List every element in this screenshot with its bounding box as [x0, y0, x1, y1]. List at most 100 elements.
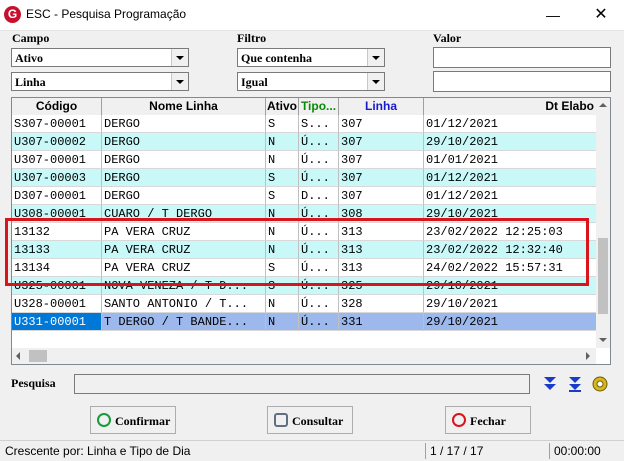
chevron-down-icon[interactable] — [367, 73, 384, 90]
table-row[interactable]: U307-00001 DERGO N Ú... 307 01/01/2021 — [12, 151, 597, 169]
cell-line-name: DERGO — [102, 187, 266, 205]
cell-code: S307-00001 — [12, 115, 102, 133]
chevron-down-icon[interactable] — [171, 73, 188, 90]
filtro-select-2[interactable]: Igual — [237, 72, 385, 91]
cell-elab-date: 01/01/2021 — [424, 151, 597, 169]
cell-line: 331 — [339, 313, 424, 331]
title-bar: G ESC - Pesquisa Programação — ✕ — [0, 0, 624, 31]
cell-line: 328 — [339, 295, 424, 313]
table-row[interactable]: U328-00001 SANTO ANTONIO / T... N Ú... 328 29… — [12, 295, 597, 313]
cell-elab-date: 29/10/2021 — [424, 295, 597, 313]
filtro-label: Filtro — [237, 31, 267, 45]
cell-code: U307-00003 — [12, 169, 102, 187]
filtro-select-2-value: Igual — [241, 75, 268, 89]
cell-active: S — [266, 187, 299, 205]
cell-elab-date: 01/12/2021 — [424, 187, 597, 205]
cell-elab-date: 01/12/2021 — [424, 169, 597, 187]
chevron-down-icon[interactable] — [367, 49, 384, 66]
app-logo-icon: G — [4, 6, 21, 23]
window-title: ESC - Pesquisa Programação — [26, 7, 187, 21]
cancel-icon — [452, 413, 466, 427]
cell-day-type: Ú... — [299, 313, 339, 331]
cell-active: N — [266, 313, 299, 331]
cell-code: U331-00001 — [12, 313, 102, 331]
highlight-annotation — [5, 218, 589, 286]
horizontal-scrollbar[interactable] — [12, 348, 596, 364]
cell-code: U328-00001 — [12, 295, 102, 313]
consult-button[interactable]: Consultar — [267, 406, 353, 434]
search-input[interactable] — [74, 374, 530, 394]
horizontal-scroll-thumb[interactable] — [29, 350, 47, 362]
cell-line-name: DERGO — [102, 169, 266, 187]
cell-day-type: Ú... — [299, 133, 339, 151]
cell-line: 307 — [339, 187, 424, 205]
cell-elab-date: 29/10/2021 — [424, 133, 597, 151]
filtro-select-1[interactable]: Que contenha — [237, 48, 385, 67]
check-icon — [97, 413, 111, 427]
search-label: Pesquisa — [11, 376, 56, 390]
cell-active: N — [266, 133, 299, 151]
cell-line: 307 — [339, 151, 424, 169]
filtro-select-1-value: Que contenha — [241, 51, 313, 65]
cell-day-type: Ú... — [299, 169, 339, 187]
valor-label: Valor — [433, 31, 462, 45]
consult-button-label: Consultar — [292, 414, 344, 428]
cell-line-name: DERGO — [102, 151, 266, 169]
campo-select-2[interactable]: Linha — [11, 72, 189, 91]
cell-line-name: SANTO ANTONIO / T... — [102, 295, 266, 313]
close-button[interactable]: Fechar — [445, 406, 531, 434]
campo-select-2-value: Linha — [15, 75, 46, 89]
table-row[interactable]: S307-00001 DERGO S S... 307 01/12/2021 — [12, 115, 597, 133]
cell-active: S — [266, 169, 299, 187]
valor-input-1[interactable] — [433, 47, 611, 68]
status-bar: Crescente por: Linha e Tipo de Dia 1 / 1… — [0, 440, 624, 461]
cell-active: N — [266, 151, 299, 169]
cell-day-type: S... — [299, 115, 339, 133]
vertical-scroll-thumb[interactable] — [598, 238, 608, 314]
cell-line: 307 — [339, 115, 424, 133]
search-icon — [274, 413, 288, 427]
column-header-code[interactable]: Código — [12, 98, 102, 115]
cell-line-name: DERGO — [102, 133, 266, 151]
column-header-line-name[interactable]: Nome Linha — [102, 98, 266, 115]
column-header-elab-date[interactable]: Dt Elabo — [424, 98, 597, 115]
cell-active: S — [266, 115, 299, 133]
cell-day-type: D... — [299, 187, 339, 205]
sort-status: Crescente por: Linha e Tipo de Dia — [5, 444, 191, 458]
cell-code: U307-00001 — [12, 151, 102, 169]
table-row[interactable]: U307-00003 DERGO S Ú... 307 01/12/2021 — [12, 169, 597, 187]
cell-line-name: T DERGO / T BANDE... — [102, 313, 266, 331]
column-header-day-type[interactable]: Tipo... — [299, 98, 339, 115]
cell-day-type: Ú... — [299, 151, 339, 169]
cell-elab-date: 01/12/2021 — [424, 115, 597, 133]
cell-line-name: DERGO — [102, 115, 266, 133]
cell-day-type: Ú... — [299, 295, 339, 313]
scroll-right-icon[interactable] — [586, 352, 590, 360]
confirm-button-label: Confirmar — [115, 414, 171, 428]
table-row[interactable]: U331-00001 T DERGO / T BANDE... N Ú... 331 29… — [12, 313, 597, 331]
scroll-left-icon[interactable] — [16, 352, 20, 360]
campo-label: Campo — [12, 31, 50, 45]
cell-elab-date: 29/10/2021 — [424, 313, 597, 331]
settings-gear-icon[interactable] — [591, 375, 609, 393]
table-row[interactable]: D307-00001 DERGO S D... 307 01/12/2021 — [12, 187, 597, 205]
close-window-button[interactable]: ✕ — [578, 0, 624, 30]
scroll-up-icon[interactable] — [599, 103, 607, 107]
cell-line: 307 — [339, 169, 424, 187]
campo-select-1[interactable]: Ativo — [11, 48, 189, 67]
confirm-button[interactable]: Confirmar — [90, 406, 176, 434]
grid-header: Código Nome Linha Ativo Tipo... Linha Dt Elab… — [12, 98, 597, 116]
scroll-down-icon[interactable] — [599, 338, 607, 342]
cell-active: N — [266, 295, 299, 313]
column-header-active[interactable]: Ativo — [266, 98, 299, 115]
cell-line: 307 — [339, 133, 424, 151]
minimize-button[interactable]: — — [530, 0, 576, 30]
table-row[interactable]: U307-00002 DERGO N Ú... 307 29/10/2021 — [12, 133, 597, 151]
close-button-label: Fechar — [470, 414, 506, 428]
search-last-icon[interactable] — [567, 375, 583, 393]
valor-input-2[interactable] — [433, 71, 611, 92]
chevron-down-icon[interactable] — [171, 49, 188, 66]
search-next-icon[interactable] — [542, 375, 558, 393]
column-header-line[interactable]: Linha — [339, 98, 424, 115]
vertical-scrollbar[interactable] — [596, 98, 610, 348]
